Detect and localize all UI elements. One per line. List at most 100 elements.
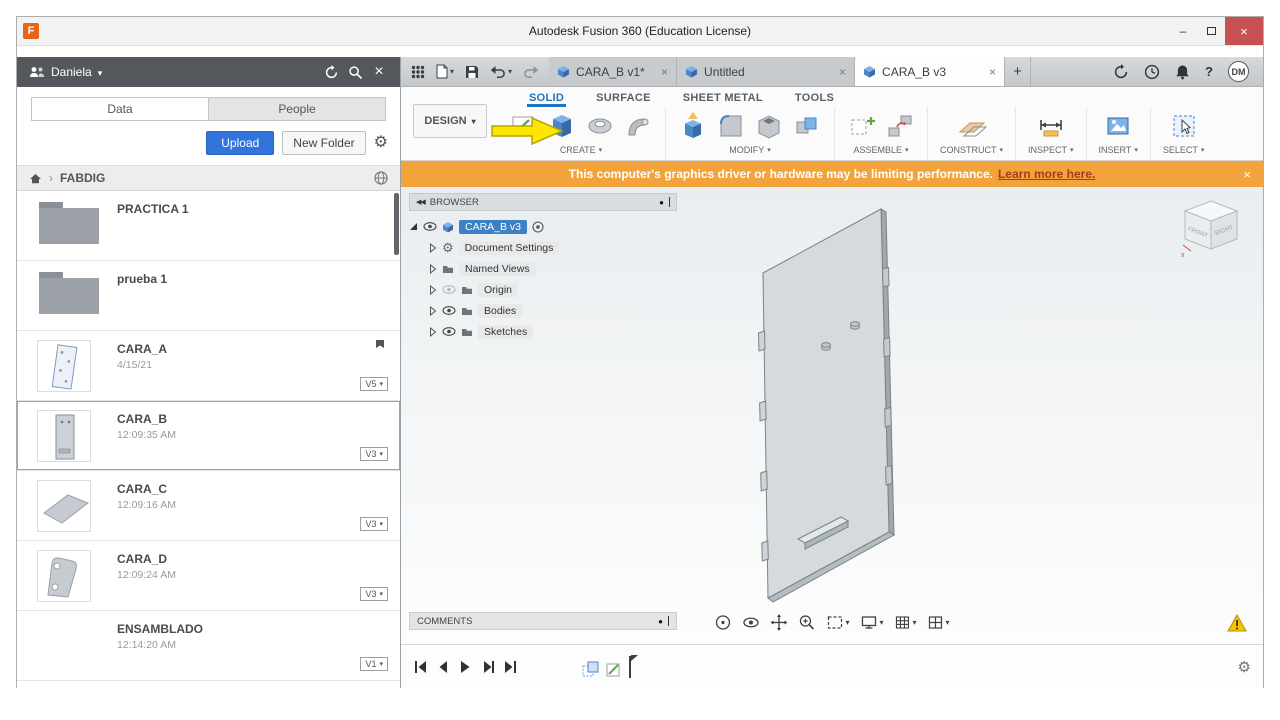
version-badge[interactable]: V3 ▾	[360, 587, 388, 601]
list-item-design[interactable]: CARA_C 12:09:16 AM V3 ▾	[17, 471, 400, 541]
document-tab[interactable]: Untitled ×	[677, 57, 856, 86]
tree-node-label[interactable]: Document Settings	[458, 240, 560, 255]
fillet-icon[interactable]	[716, 111, 746, 141]
tree-root-row[interactable]: CARA_B v3	[409, 216, 677, 237]
close-tab-icon[interactable]: ×	[661, 65, 668, 79]
warning-triangle-icon[interactable]	[1227, 614, 1247, 632]
version-badge[interactable]: V3 ▾	[360, 447, 388, 461]
minimize-button[interactable]: –	[1169, 17, 1197, 45]
collapsed-arrow-icon[interactable]	[429, 284, 437, 295]
combine-icon[interactable]	[792, 111, 822, 141]
panel-options-icon[interactable]: ●	[659, 198, 664, 207]
version-badge[interactable]: V1 ▾	[360, 657, 388, 671]
document-tab-active[interactable]: CARA_B v3 ×	[855, 57, 1006, 86]
ribbon-tab-surface[interactable]: SURFACE	[594, 92, 653, 107]
undo-icon[interactable]: ▾	[490, 65, 512, 78]
breadcrumb-folder[interactable]: FABDIG	[60, 171, 105, 185]
file-menu-icon[interactable]: ▾	[436, 64, 454, 79]
view-cube[interactable]: FRONT RIGHT x	[1175, 195, 1249, 259]
new-folder-button[interactable]: New Folder	[282, 131, 366, 155]
panel-resize-handle[interactable]	[669, 197, 670, 207]
browser-panel-header[interactable]: ◀◀ BROWSER ●	[409, 193, 677, 211]
look-at-icon[interactable]	[742, 616, 759, 629]
clock-icon[interactable]	[1144, 64, 1160, 80]
new-document-tab-button[interactable]: +	[1005, 57, 1032, 86]
step-forward-icon[interactable]	[480, 660, 495, 674]
tree-node-label[interactable]: Sketches	[478, 324, 534, 339]
group-label-inspect[interactable]: INSPECT ▾	[1028, 145, 1074, 155]
refresh-icon[interactable]	[322, 63, 340, 81]
list-item-design[interactable]: CARA_A 4/15/21 V5 ▾	[17, 331, 400, 401]
document-tab[interactable]: CARA_B v1* ×	[549, 57, 678, 86]
group-label-construct[interactable]: CONSTRUCT ▾	[940, 145, 1003, 155]
maximize-button[interactable]	[1197, 17, 1225, 45]
list-item-design[interactable]: CARA_D 12:09:24 AM V3 ▾	[17, 541, 400, 611]
job-status-icon[interactable]	[1113, 63, 1129, 80]
go-to-end-icon[interactable]	[503, 660, 518, 674]
tree-root-label[interactable]: CARA_B v3	[459, 219, 528, 234]
ribbon-tab-solid[interactable]: SOLID	[527, 92, 567, 107]
close-button[interactable]: ×	[1225, 17, 1263, 45]
search-icon[interactable]	[346, 63, 364, 81]
group-label-assemble[interactable]: ASSEMBLE ▾	[853, 145, 908, 155]
collapse-panel-icon[interactable]: ◀◀	[416, 198, 426, 206]
measure-icon[interactable]	[1036, 111, 1066, 141]
upload-button[interactable]: Upload	[206, 131, 275, 155]
bell-icon[interactable]	[1175, 64, 1190, 80]
tab-data[interactable]: Data	[32, 98, 209, 120]
redo-icon[interactable]	[523, 65, 539, 78]
viewports-icon[interactable]: ▾	[928, 615, 950, 630]
collapsed-arrow-icon[interactable]	[429, 242, 437, 253]
tab-people[interactable]: People	[209, 98, 385, 120]
collapsed-arrow-icon[interactable]	[429, 263, 437, 274]
workspace-selector[interactable]: DESIGN ▾	[413, 104, 487, 138]
shell-icon[interactable]	[754, 111, 784, 141]
visibility-eye-icon[interactable]	[442, 327, 456, 336]
grid-settings-icon[interactable]: ▾	[895, 615, 917, 630]
sweep-icon[interactable]	[623, 111, 653, 141]
collapsed-arrow-icon[interactable]	[429, 326, 437, 337]
orbit-icon[interactable]	[714, 614, 731, 631]
visibility-eye-icon[interactable]	[442, 306, 456, 315]
tree-node[interactable]: ⚙ Document Settings	[409, 237, 677, 258]
tree-node[interactable]: Sketches	[409, 321, 677, 342]
new-component-icon[interactable]	[847, 111, 877, 141]
close-panel-icon[interactable]: ×	[370, 63, 388, 81]
insert-canvas-icon[interactable]	[1103, 111, 1133, 141]
ribbon-tab-sheet-metal[interactable]: SHEET METAL	[681, 92, 765, 107]
list-item-design[interactable]: ENSAMBLADO 12:14:20 AM V1 ▾	[17, 611, 400, 681]
group-label-create[interactable]: CREATE ▾	[560, 145, 602, 155]
list-item-design-selected[interactable]: CARA_B 12:09:35 AM V3 ▾	[17, 401, 400, 471]
visibility-eye-off-icon[interactable]	[442, 285, 456, 294]
tree-node-label[interactable]: Bodies	[478, 303, 523, 318]
visibility-eye-icon[interactable]	[423, 222, 437, 231]
group-label-select[interactable]: SELECT ▾	[1163, 145, 1205, 155]
construction-plane-icon[interactable]	[957, 111, 987, 141]
pan-icon[interactable]	[770, 614, 788, 631]
press-pull-icon[interactable]	[678, 111, 708, 141]
display-settings-icon[interactable]: ▾	[860, 615, 884, 630]
fit-icon[interactable]: ▾	[826, 615, 849, 630]
list-item-folder[interactable]: PRACTICA 1	[17, 191, 400, 261]
learn-more-link[interactable]: Learn more here.	[998, 167, 1095, 181]
tree-node[interactable]: Bodies	[409, 300, 677, 321]
tree-node[interactable]: Named Views	[409, 258, 677, 279]
go-to-start-icon[interactable]	[413, 660, 428, 674]
close-tab-icon[interactable]: ×	[839, 65, 846, 79]
viewport-canvas[interactable]: ◀◀ BROWSER ● CARA_B v3 ⚙ Document Settin…	[401, 187, 1263, 644]
list-item-folder[interactable]: prueba 1	[17, 261, 400, 331]
play-icon[interactable]	[458, 660, 472, 674]
panel-resize-handle[interactable]	[668, 616, 669, 626]
save-icon[interactable]	[465, 65, 479, 79]
group-label-insert[interactable]: INSERT ▾	[1099, 145, 1138, 155]
home-icon[interactable]	[29, 173, 42, 184]
timeline-settings-gear-icon[interactable]: ⚙	[1238, 658, 1251, 676]
revolve-icon[interactable]	[585, 111, 615, 141]
zoom-icon[interactable]	[798, 614, 815, 631]
group-label-modify[interactable]: MODIFY ▾	[729, 145, 771, 155]
expanded-arrow-icon[interactable]	[409, 222, 418, 231]
comments-panel[interactable]: COMMENTS ●	[409, 612, 677, 630]
apps-grid-icon[interactable]	[411, 65, 425, 79]
panel-options-icon[interactable]: ●	[658, 617, 663, 626]
tree-node[interactable]: Origin	[409, 279, 677, 300]
